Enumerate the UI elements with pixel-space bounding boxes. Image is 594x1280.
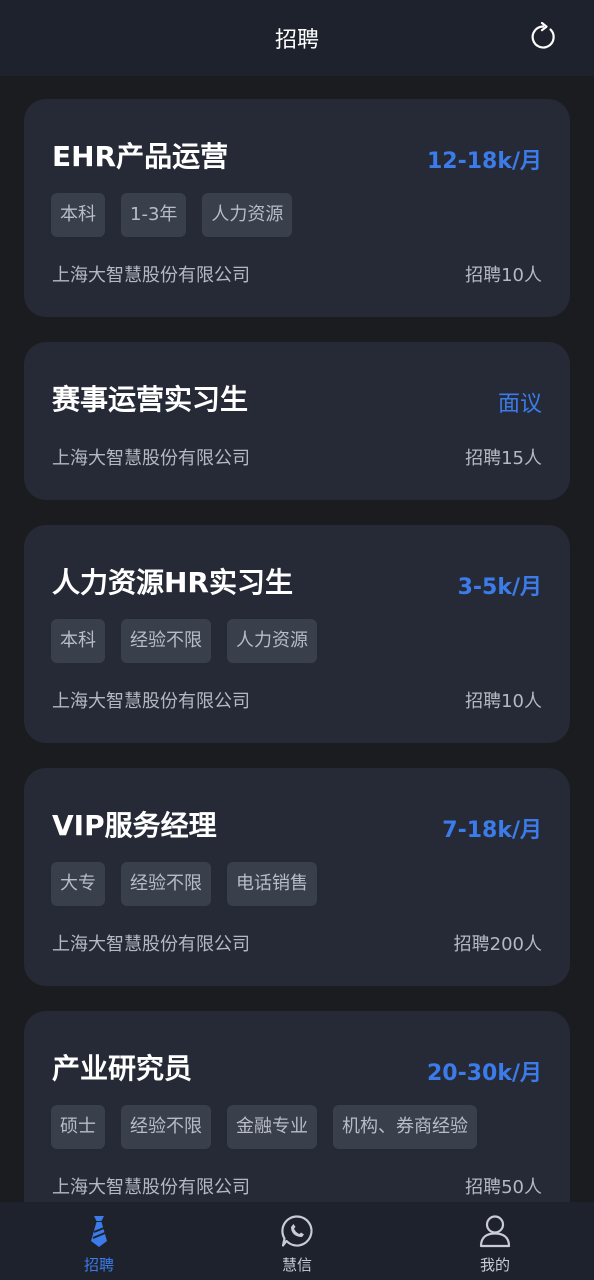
job-title: 人力资源HR实习生 <box>52 566 293 599</box>
job-tag: 金融专业 <box>227 1105 317 1149</box>
job-tag: 本科 <box>51 193 105 237</box>
job-tag: 人力资源 <box>202 193 293 237</box>
job-card[interactable]: VIP服务经理 7-18k/月 大专 经验不限 电话销售 上海大智慧股份有限公司… <box>24 768 570 986</box>
job-tag: 大专 <box>51 862 105 906</box>
company-name: 上海大智慧股份有限公司 <box>52 691 250 712</box>
job-tag: 经验不限 <box>121 1105 211 1149</box>
top-bar: 招聘 <box>0 0 594 76</box>
job-tag: 硕士 <box>51 1105 105 1149</box>
job-card[interactable]: 赛事运营实习生 面议 上海大智慧股份有限公司 招聘15人 <box>24 342 570 500</box>
job-salary: 12-18k/月 <box>426 149 542 174</box>
bottom-nav: 招聘 慧信 我的 <box>0 1202 594 1280</box>
job-tag: 机构、券商经验 <box>333 1105 477 1149</box>
user-icon <box>479 1215 511 1248</box>
headcount: 招聘15人 <box>465 448 542 469</box>
refresh-icon[interactable] <box>528 22 558 52</box>
headcount: 招聘10人 <box>465 691 542 712</box>
job-title: EHR产品运营 <box>52 140 229 173</box>
job-list[interactable]: EHR产品运营 12-18k/月 本科 1-3年 人力资源 上海大智慧股份有限公… <box>0 76 594 1202</box>
company-name: 上海大智慧股份有限公司 <box>52 448 250 469</box>
job-tag: 1-3年 <box>121 193 187 237</box>
job-tag: 经验不限 <box>121 862 211 906</box>
job-tag: 本科 <box>51 619 105 663</box>
job-tags: 硕士 经验不限 金融专业 机构、券商经验 <box>51 1105 477 1149</box>
job-title: 赛事运营实习生 <box>52 383 249 416</box>
headcount: 招聘50人 <box>465 1177 542 1198</box>
job-tag: 电话销售 <box>227 862 317 906</box>
job-card[interactable]: 产业研究员 20-30k/月 硕士 经验不限 金融专业 机构、券商经验 上海大智… <box>24 1011 570 1202</box>
job-salary: 3-5k/月 <box>457 575 542 600</box>
job-card[interactable]: EHR产品运营 12-18k/月 本科 1-3年 人力资源 上海大智慧股份有限公… <box>24 99 570 317</box>
nav-item-messages[interactable]: 慧信 <box>198 1202 396 1280</box>
job-salary: 面议 <box>497 392 542 417</box>
tie-icon <box>91 1216 107 1247</box>
job-tags: 本科 经验不限 人力资源 <box>51 619 317 663</box>
job-salary: 20-30k/月 <box>426 1061 542 1086</box>
job-tags: 本科 1-3年 人力资源 <box>51 193 293 237</box>
nav-item-profile[interactable]: 我的 <box>396 1202 594 1280</box>
job-tag: 经验不限 <box>121 619 211 663</box>
job-tags: 大专 经验不限 电话销售 <box>51 862 317 906</box>
nav-label: 招聘 <box>83 1256 114 1274</box>
nav-label: 我的 <box>479 1256 510 1274</box>
company-name: 上海大智慧股份有限公司 <box>52 265 250 286</box>
job-tag: 人力资源 <box>227 619 317 663</box>
job-title: VIP服务经理 <box>52 809 217 842</box>
job-salary: 7-18k/月 <box>442 818 542 843</box>
company-name: 上海大智慧股份有限公司 <box>52 1177 250 1198</box>
company-name: 上海大智慧股份有限公司 <box>52 934 250 955</box>
chat-icon <box>281 1215 313 1247</box>
headcount: 招聘200人 <box>453 934 542 955</box>
page-title: 招聘 <box>274 28 319 53</box>
job-card[interactable]: 人力资源HR实习生 3-5k/月 本科 经验不限 人力资源 上海大智慧股份有限公… <box>24 525 570 743</box>
headcount: 招聘10人 <box>465 265 542 286</box>
nav-item-recruit[interactable]: 招聘 <box>0 1202 198 1280</box>
nav-label: 慧信 <box>281 1256 312 1274</box>
job-title: 产业研究员 <box>52 1052 193 1085</box>
